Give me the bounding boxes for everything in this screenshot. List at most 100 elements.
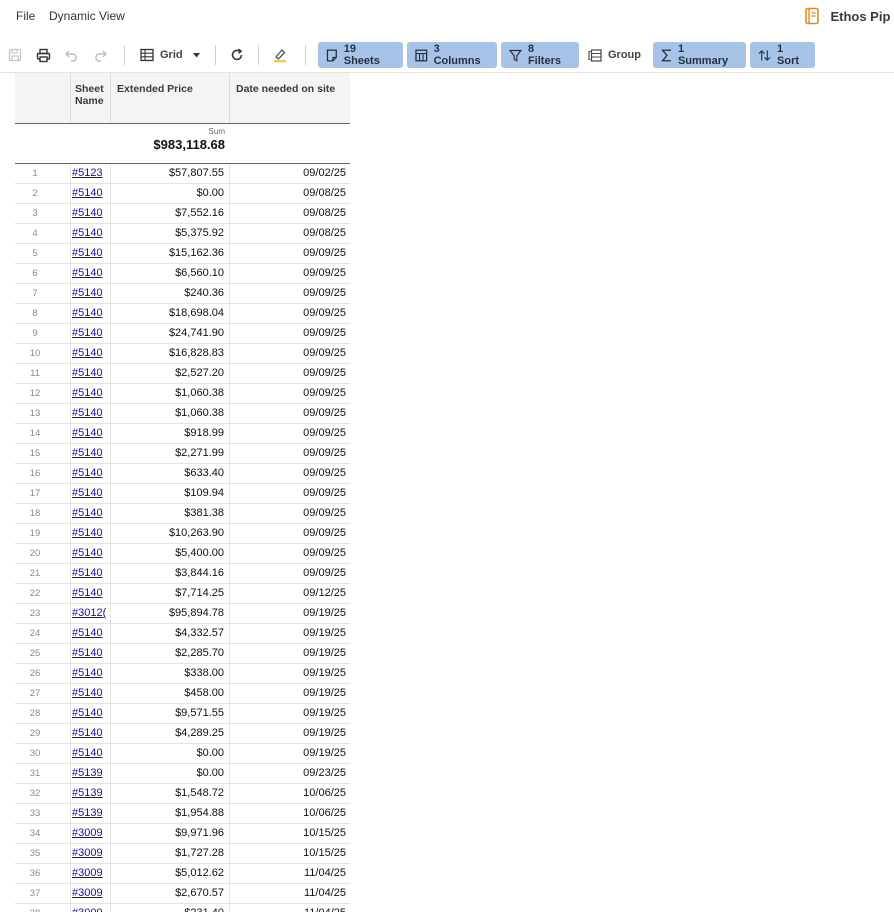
menu-file[interactable]: File xyxy=(16,9,35,23)
date-needed-cell[interactable]: 09/09/25 xyxy=(231,407,346,419)
table-row[interactable]: 14 #5140 $918.99 09/09/25 xyxy=(15,424,350,444)
table-row[interactable]: 32 #5139 $1,548.72 10/06/25 xyxy=(15,784,350,804)
extended-price-cell[interactable]: $5,012.62 xyxy=(111,867,224,879)
date-needed-cell[interactable]: 09/09/25 xyxy=(231,387,346,399)
extended-price-cell[interactable]: $6,560.10 xyxy=(111,267,224,279)
extended-price-cell[interactable]: $338.00 xyxy=(111,667,224,679)
extended-price-cell[interactable]: $18,698.04 xyxy=(111,307,224,319)
sheet-name-link[interactable]: #5140 xyxy=(72,547,106,559)
table-row[interactable]: 35 #3009 $1,727.28 10/15/25 xyxy=(15,844,350,864)
date-needed-cell[interactable]: 09/19/25 xyxy=(231,707,346,719)
date-needed-cell[interactable]: 11/04/25 xyxy=(231,867,346,879)
table-row[interactable]: 19 #5140 $10,263.90 09/09/25 xyxy=(15,524,350,544)
sheet-name-link[interactable]: #5140 xyxy=(72,207,106,219)
table-row[interactable]: 37 #3009 $2,670.57 11/04/25 xyxy=(15,884,350,904)
table-row[interactable]: 12 #5140 $1,060.38 09/09/25 xyxy=(15,384,350,404)
sheet-name-link[interactable]: #5140 xyxy=(72,507,106,519)
extended-price-cell[interactable]: $7,714.25 xyxy=(111,587,224,599)
table-row[interactable]: 31 #5139 $0.00 09/23/25 xyxy=(15,764,350,784)
extended-price-cell[interactable]: $240.36 xyxy=(111,287,224,299)
date-needed-cell[interactable]: 09/19/25 xyxy=(231,687,346,699)
date-needed-cell[interactable]: 09/09/25 xyxy=(231,307,346,319)
date-needed-cell[interactable]: 09/12/25 xyxy=(231,587,346,599)
date-needed-cell[interactable]: 11/04/25 xyxy=(231,907,346,912)
date-needed-cell[interactable]: 09/19/25 xyxy=(231,647,346,659)
redo-icon[interactable] xyxy=(91,46,109,64)
date-needed-cell[interactable]: 09/19/25 xyxy=(231,627,346,639)
date-needed-cell[interactable]: 09/19/25 xyxy=(231,607,346,619)
table-row[interactable]: 13 #5140 $1,060.38 09/09/25 xyxy=(15,404,350,424)
table-row[interactable]: 21 #5140 $3,844.16 09/09/25 xyxy=(15,564,350,584)
date-needed-cell[interactable]: 09/09/25 xyxy=(231,507,346,519)
table-row[interactable]: 28 #5140 $9,571.55 09/19/25 xyxy=(15,704,350,724)
sheet-name-link[interactable]: #5140 xyxy=(72,247,106,259)
extended-price-cell[interactable]: $0.00 xyxy=(111,747,224,759)
table-row[interactable]: 9 #5140 $24,741.90 09/09/25 xyxy=(15,324,350,344)
sheet-name-link[interactable]: #5140 xyxy=(72,527,106,539)
date-needed-cell[interactable]: 09/19/25 xyxy=(231,747,346,759)
sort-button[interactable]: 1 Sort xyxy=(750,42,815,68)
extended-price-cell[interactable]: $918.99 xyxy=(111,427,224,439)
date-needed-cell[interactable]: 09/09/25 xyxy=(231,247,346,259)
extended-price-cell[interactable]: $2,271.99 xyxy=(111,447,224,459)
extended-price-cell[interactable]: $458.00 xyxy=(111,687,224,699)
view-type-dropdown[interactable]: Grid xyxy=(140,42,200,68)
highlight-icon[interactable] xyxy=(271,46,289,64)
refresh-icon[interactable] xyxy=(228,46,246,64)
sheet-name-link[interactable]: #5139 xyxy=(72,787,106,799)
table-row[interactable]: 24 #5140 $4,332.57 09/19/25 xyxy=(15,624,350,644)
columns-button[interactable]: 3 Columns xyxy=(407,42,497,68)
date-needed-cell[interactable]: 09/09/25 xyxy=(231,287,346,299)
table-row[interactable]: 22 #5140 $7,714.25 09/12/25 xyxy=(15,584,350,604)
filters-button[interactable]: 8 Filters xyxy=(501,42,579,68)
table-row[interactable]: 23 #3012($95,894.78 09/19/25 xyxy=(15,604,350,624)
sheet-name-link[interactable]: #5140 xyxy=(72,687,106,699)
date-needed-cell[interactable]: 09/09/25 xyxy=(231,367,346,379)
extended-price-cell[interactable]: $57,807.55 xyxy=(111,167,224,179)
sheet-name-link[interactable]: #5140 xyxy=(72,387,106,399)
table-row[interactable]: 3 #5140 $7,552.16 09/08/25 xyxy=(15,204,350,224)
sheet-name-link[interactable]: #5140 xyxy=(72,647,106,659)
sheet-name-link[interactable]: #5140 xyxy=(72,667,106,679)
date-needed-cell[interactable]: 11/04/25 xyxy=(231,887,346,899)
extended-price-cell[interactable]: $2,285.70 xyxy=(111,647,224,659)
sheet-name-link[interactable]: #5140 xyxy=(72,727,106,739)
sheet-name-link[interactable]: #5140 xyxy=(72,287,106,299)
table-row[interactable]: 25 #5140 $2,285.70 09/19/25 xyxy=(15,644,350,664)
table-row[interactable]: 16 #5140 $633.40 09/09/25 xyxy=(15,464,350,484)
sheet-name-link[interactable]: #5139 xyxy=(72,767,106,779)
sheet-name-link[interactable]: #3012( xyxy=(72,607,106,619)
sheet-name-link[interactable]: #5140 xyxy=(72,327,106,339)
table-row[interactable]: 1 #5123 $57,807.55 09/02/25 xyxy=(15,164,350,184)
sheet-name-link[interactable]: #5123 xyxy=(72,167,106,179)
save-icon[interactable] xyxy=(6,46,24,64)
date-needed-cell[interactable]: 09/19/25 xyxy=(231,727,346,739)
sheet-name-link[interactable]: #5140 xyxy=(72,227,106,239)
date-needed-cell[interactable]: 09/09/25 xyxy=(231,547,346,559)
date-needed-cell[interactable]: 09/09/25 xyxy=(231,567,346,579)
sheet-name-link[interactable]: #5140 xyxy=(72,307,106,319)
extended-price-cell[interactable]: $16,828.83 xyxy=(111,347,224,359)
extended-price-cell[interactable]: $9,971.96 xyxy=(111,827,224,839)
print-icon[interactable] xyxy=(34,46,52,64)
extended-price-cell[interactable]: $109.94 xyxy=(111,487,224,499)
table-row[interactable]: 18 #5140 $381.38 09/09/25 xyxy=(15,504,350,524)
date-needed-cell[interactable]: 10/06/25 xyxy=(231,807,346,819)
sheet-name-link[interactable]: #5140 xyxy=(72,587,106,599)
extended-price-cell[interactable]: $24,741.90 xyxy=(111,327,224,339)
extended-price-cell[interactable]: $1,548.72 xyxy=(111,787,224,799)
column-header-date-needed[interactable]: Date needed on site xyxy=(236,73,348,123)
menu-dynamic-view[interactable]: Dynamic View xyxy=(49,9,125,23)
extended-price-cell[interactable]: $7,552.16 xyxy=(111,207,224,219)
sheet-name-link[interactable]: #3009 xyxy=(72,907,106,912)
sheet-name-link[interactable]: #5140 xyxy=(72,347,106,359)
table-row[interactable]: 30 #5140 $0.00 09/19/25 xyxy=(15,744,350,764)
table-row[interactable]: 6 #5140 $6,560.10 09/09/25 xyxy=(15,264,350,284)
sheet-name-link[interactable]: #5140 xyxy=(72,567,106,579)
date-needed-cell[interactable]: 09/19/25 xyxy=(231,667,346,679)
date-needed-cell[interactable]: 09/08/25 xyxy=(231,207,346,219)
table-row[interactable]: 26 #5140 $338.00 09/19/25 xyxy=(15,664,350,684)
extended-price-cell[interactable]: $15,162.36 xyxy=(111,247,224,259)
extended-price-cell[interactable]: $2,670.57 xyxy=(111,887,224,899)
date-needed-cell[interactable]: 09/09/25 xyxy=(231,447,346,459)
